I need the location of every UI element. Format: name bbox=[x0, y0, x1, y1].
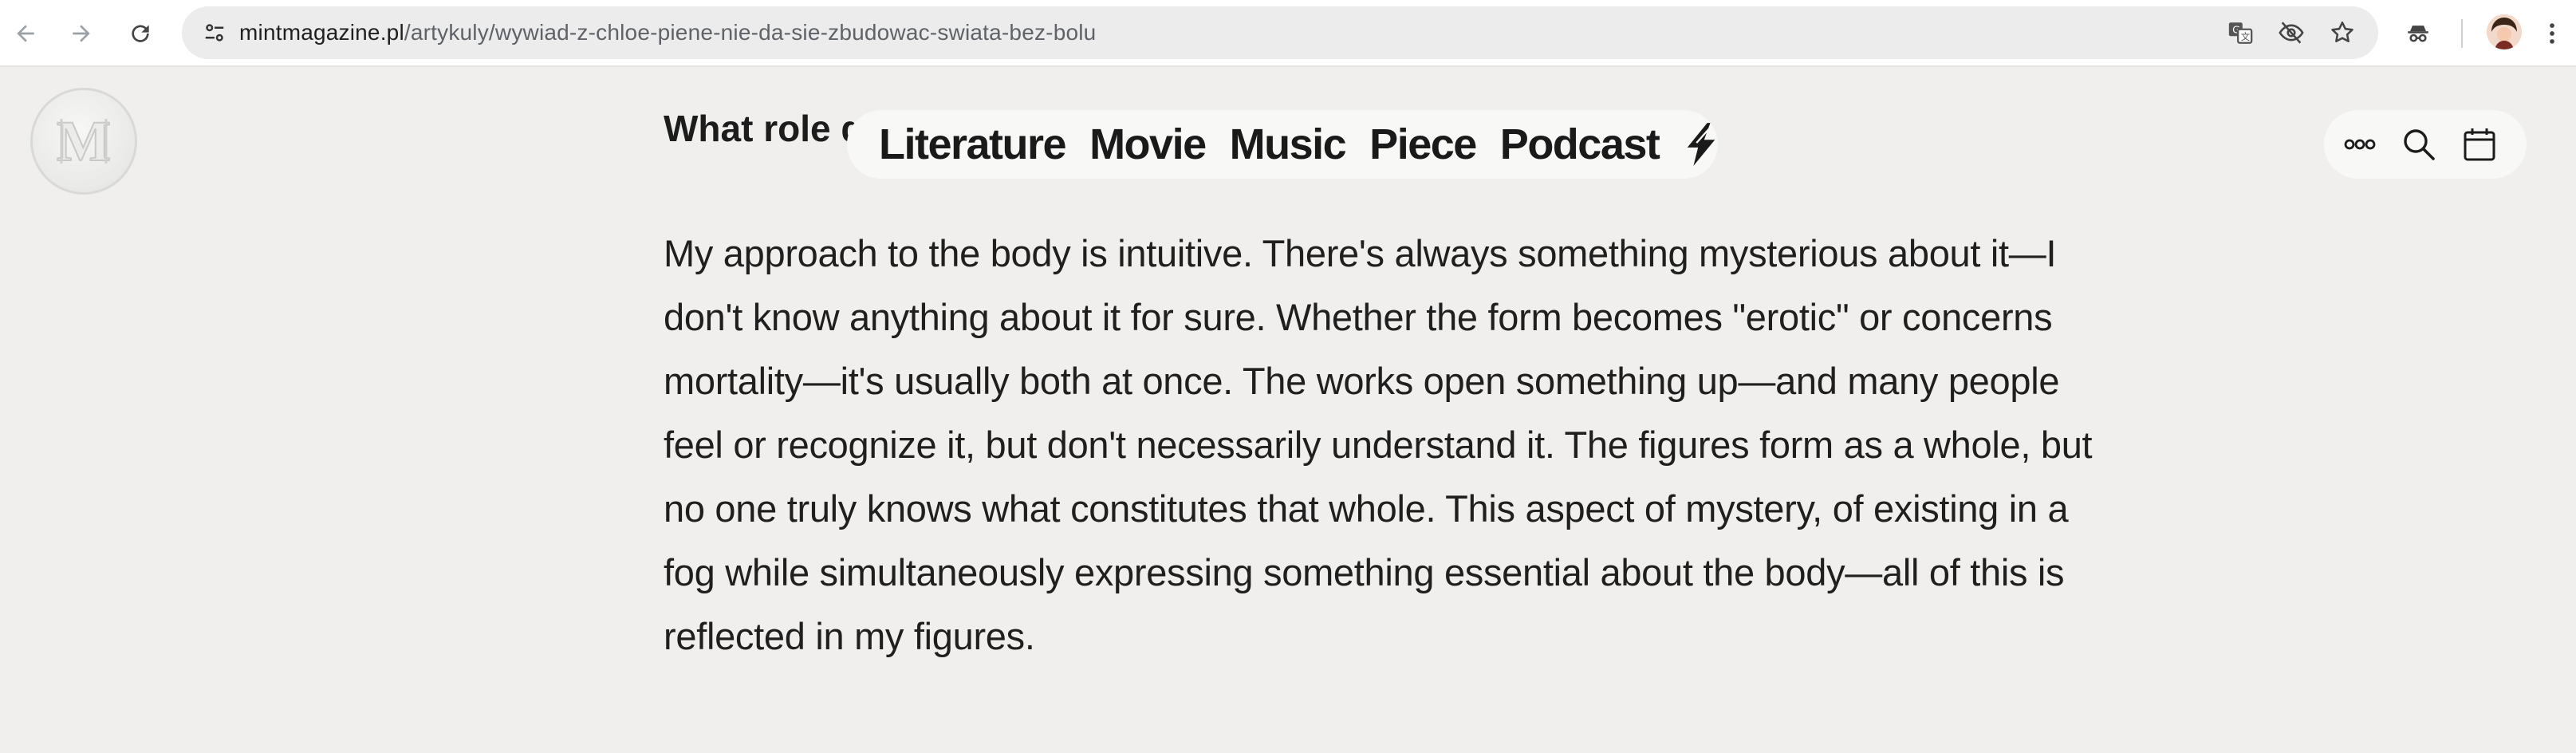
nav-literature[interactable]: Literature bbox=[879, 120, 1067, 169]
more-icon bbox=[2344, 139, 2376, 150]
browser-toolbar: mintmagazine.pl/artykuly/wywiad-z-chloe-… bbox=[0, 0, 2576, 67]
nav-piece[interactable]: Piece bbox=[1369, 120, 1477, 169]
category-nav: Literature Movie Music Piece Podcast bbox=[847, 110, 1718, 179]
bookmark-button[interactable] bbox=[2326, 16, 2359, 49]
avatar-icon bbox=[2487, 14, 2522, 49]
address-bar[interactable]: mintmagazine.pl/artykuly/wywiad-z-chloe-… bbox=[182, 6, 2378, 59]
calendar-button[interactable] bbox=[2461, 126, 2498, 163]
tools-pill bbox=[2324, 110, 2527, 179]
reload-icon bbox=[132, 25, 149, 42]
svg-text:文: 文 bbox=[2241, 31, 2250, 42]
translate-icon: G 文 bbox=[2228, 22, 2253, 44]
more-button[interactable] bbox=[2342, 126, 2378, 163]
forward-button[interactable] bbox=[61, 13, 102, 54]
m-logo-icon: M bbox=[56, 108, 112, 174]
nav-movie[interactable]: Movie bbox=[1089, 120, 1207, 169]
star-icon bbox=[2331, 21, 2353, 43]
browser-menu-button[interactable] bbox=[2536, 13, 2568, 54]
interview-question: What role d bbox=[664, 108, 855, 149]
toolbar-divider bbox=[2461, 19, 2463, 48]
translate-button[interactable]: G 文 bbox=[2223, 16, 2257, 49]
search-button[interactable] bbox=[2401, 126, 2437, 163]
incognito-icon bbox=[2408, 26, 2428, 42]
incognito-button[interactable] bbox=[2397, 13, 2439, 54]
site-info-button[interactable] bbox=[196, 14, 233, 51]
tracking-protection-button[interactable] bbox=[2275, 16, 2308, 49]
back-button[interactable] bbox=[5, 13, 46, 54]
lightning-icon[interactable] bbox=[1683, 120, 1719, 168]
article-paragraph: My approach to the body is intuitive. Th… bbox=[664, 232, 2093, 657]
site-logo[interactable]: M bbox=[30, 88, 137, 195]
url-text[interactable]: mintmagazine.pl/artykuly/wywiad-z-chloe-… bbox=[239, 6, 1096, 59]
search-icon bbox=[2404, 129, 2435, 160]
url-host: mintmagazine.pl bbox=[239, 20, 404, 45]
tune-icon bbox=[205, 24, 224, 41]
page-content: M What role d Literature Movie Music Pie… bbox=[0, 69, 2576, 753]
calendar-icon bbox=[2464, 128, 2495, 161]
arrow-right-icon bbox=[73, 25, 90, 42]
reload-button[interactable] bbox=[120, 13, 161, 54]
arrow-left-icon bbox=[17, 25, 34, 42]
eye-off-icon bbox=[2279, 22, 2304, 44]
profile-avatar[interactable] bbox=[2487, 14, 2522, 49]
nav-music[interactable]: Music bbox=[1230, 120, 1347, 169]
url-path: /artykuly/wywiad-z-chloe-piene-nie-da-si… bbox=[404, 20, 1097, 45]
nav-podcast[interactable]: Podcast bbox=[1500, 120, 1660, 169]
kebab-menu-icon bbox=[2550, 23, 2554, 44]
svg-text:M: M bbox=[57, 109, 111, 173]
